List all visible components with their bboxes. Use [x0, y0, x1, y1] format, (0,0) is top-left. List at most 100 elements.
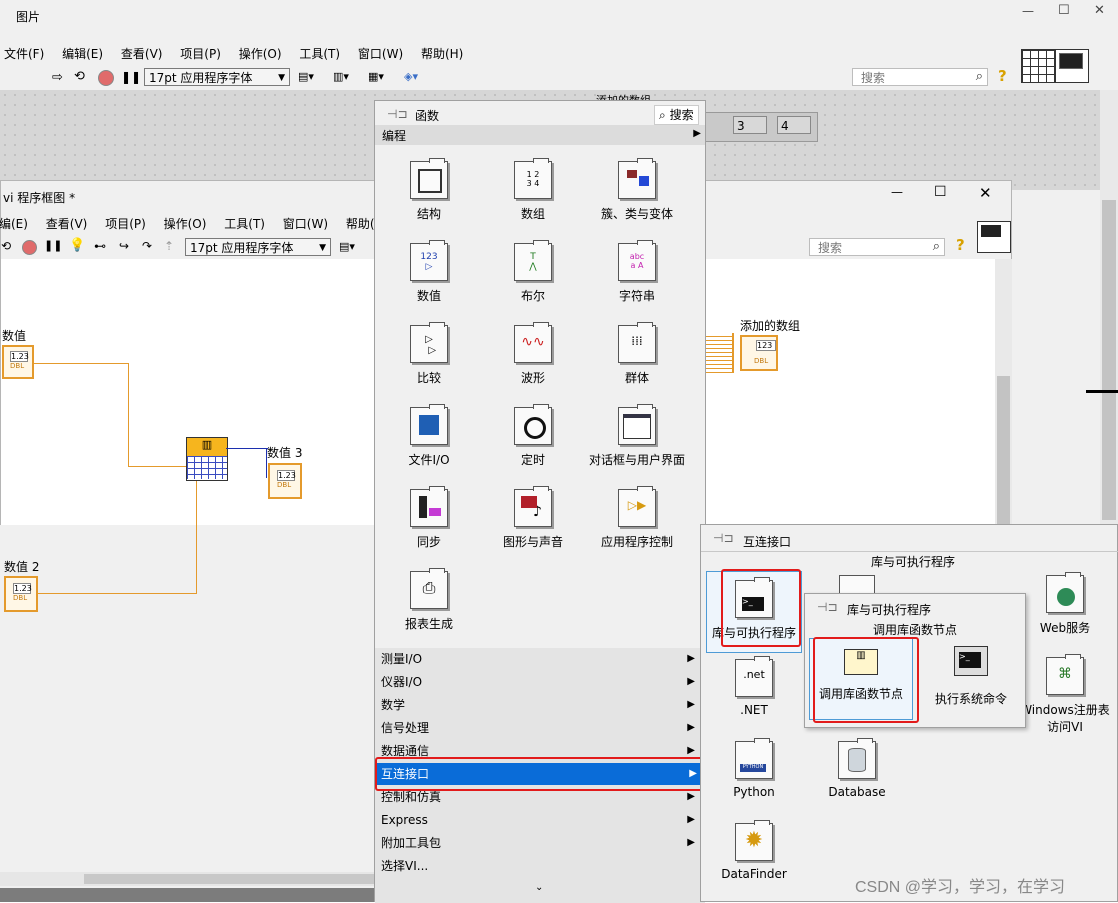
category-instrument-io[interactable]: 仪器I/O ▶ [381, 671, 703, 693]
menu-tools[interactable]: 工具(T) [299, 47, 340, 61]
block-maximize-button[interactable]: ☐ [934, 184, 947, 200]
palette-item-graphics-sound[interactable]: ♪ 图形与声音 [483, 486, 583, 550]
step-into-icon[interactable]: ↪ [119, 239, 129, 253]
palette-item-python[interactable]: PYTHON Python [706, 738, 802, 799]
wire[interactable] [128, 363, 129, 467]
menu-operate[interactable]: 操作(O) [239, 47, 282, 61]
menu-window[interactable]: 窗口(W) [358, 47, 403, 61]
wire[interactable] [38, 593, 196, 594]
palette-item-array[interactable]: 1 23 4 数组 [483, 158, 583, 222]
step-over-icon[interactable]: ↷ [142, 239, 152, 253]
category-express[interactable]: Express ▶ [381, 809, 703, 831]
palette-item-dotnet[interactable]: .net .NET [706, 656, 802, 717]
palette-item-web-services[interactable]: Web服务 [1017, 572, 1113, 636]
palette-item-dialog[interactable]: 对话框与用户界面 [587, 404, 687, 468]
vi-icon[interactable] [977, 221, 1011, 253]
palette-item-comparison[interactable]: ▷ ▷ 比较 [379, 322, 479, 386]
palette-item-cluster[interactable]: 簇、类与变体 [587, 158, 687, 222]
array-wire-bundle-icon[interactable] [704, 333, 734, 373]
menu-file[interactable]: 文件(F) [4, 47, 44, 61]
help-icon[interactable]: ? [998, 67, 1007, 85]
abort-icon[interactable] [98, 70, 114, 86]
align-icon[interactable]: ▤▾ [339, 240, 355, 253]
python-icon: PYTHON [735, 738, 773, 779]
category-select-vi[interactable]: 选择VI... [381, 855, 703, 877]
align-icon[interactable]: ▤▾ [298, 70, 314, 83]
bottom-scrollbar-thumb[interactable] [84, 874, 374, 884]
block-minimize-button[interactable]: — [891, 185, 903, 199]
window-minimize-button[interactable]: — [1022, 4, 1034, 18]
palette-item-app-control[interactable]: ▷▶ 应用程序控制 [587, 486, 687, 550]
palette-item-database[interactable]: Database [809, 738, 905, 799]
window-maximize-button[interactable]: ☐ [1058, 3, 1070, 18]
run-arrow-icon[interactable]: ⇨ [52, 70, 63, 85]
front-scrollbar-thumb[interactable] [1102, 200, 1116, 520]
palette-item-system-exec[interactable]: >_ 执行系统命令 [917, 644, 1025, 707]
chevron-down-icon[interactable]: ⌄ [535, 882, 543, 893]
wire[interactable] [196, 479, 197, 594]
category-math[interactable]: 数学 ▶ [381, 694, 703, 716]
pin-icon[interactable]: ⊣⊐ [817, 600, 838, 614]
pin-icon[interactable]: ⊣⊐ [713, 531, 734, 545]
palette-item-collection[interactable]: ⁞⁞⁞ 群体 [587, 322, 687, 386]
distribute-icon[interactable]: ▥▾ [333, 70, 349, 83]
menu-tools[interactable]: 工具(T) [224, 217, 265, 231]
menu-operate[interactable]: 操作(O) [164, 217, 207, 231]
wire[interactable] [128, 466, 186, 467]
palette-item-report[interactable]: ⎙ 报表生成 [379, 568, 479, 632]
numeric-3-indicator-terminal[interactable]: 1.23 DBL [268, 463, 302, 499]
abort-icon[interactable] [22, 240, 37, 255]
pause-icon[interactable]: ❚❚ [121, 70, 141, 84]
menu-edit[interactable]: 编(E) [0, 217, 28, 231]
connector-pane-icon[interactable] [1021, 49, 1055, 83]
palette-search-button[interactable]: ⌕ 搜索 [654, 105, 699, 125]
pin-icon[interactable]: ⊣⊐ [387, 107, 408, 121]
menu-project[interactable]: 项目(P) [180, 47, 221, 61]
build-array-node[interactable]: ▥ [186, 437, 228, 481]
menu-edit[interactable]: 编辑(E) [62, 47, 103, 61]
category-signal-processing[interactable]: 信号处理 ▶ [381, 717, 703, 739]
retain-wire-icon[interactable]: ⊷ [94, 239, 106, 253]
wire[interactable] [226, 448, 268, 449]
palette-item-file-io[interactable]: 文件I/O [379, 404, 479, 468]
block-scrollbar-thumb[interactable] [997, 376, 1010, 524]
pause-icon[interactable]: ❚❚ [44, 239, 62, 252]
palette-item-numeric[interactable]: 123 ▷ 数值 [379, 240, 479, 304]
menu-view[interactable]: 查看(V) [46, 217, 88, 231]
menu-project[interactable]: 项目(P) [105, 217, 146, 231]
added-array-indicator-terminal[interactable]: 123 DBL [740, 335, 778, 371]
menu-view[interactable]: 查看(V) [121, 47, 163, 61]
palette-item-windows-registry[interactable]: ⌘ Windows注册表访问VI [1017, 654, 1113, 735]
block-search-input[interactable]: 搜索 ⌕ [809, 238, 945, 256]
block-font-select[interactable]: 17pt 应用程序字体 ▼ [185, 238, 331, 256]
wire[interactable] [34, 363, 129, 364]
block-close-button[interactable]: ✕ [979, 184, 992, 202]
help-icon[interactable]: ? [956, 236, 965, 254]
palette-item-datafinder[interactable]: ✹ DataFinder [706, 820, 802, 881]
vi-icon[interactable] [1055, 49, 1089, 83]
numeric-control-terminal[interactable]: 1.23 DBL [2, 345, 34, 379]
menu-window[interactable]: 窗口(W) [283, 217, 328, 231]
category-measurement-io[interactable]: 测量I/O ▶ [381, 648, 703, 670]
menu-help[interactable]: 帮助(H) [421, 47, 463, 61]
palette-item-boolean[interactable]: T ⋀ 布尔 [483, 240, 583, 304]
palette-item-string[interactable]: abc a A 字符串 [587, 240, 687, 304]
run-continuous-icon[interactable]: ⟲ [1, 239, 11, 253]
run-continuous-icon[interactable]: ⟲ [74, 69, 85, 84]
palette-item-sync[interactable]: 同步 [379, 486, 479, 550]
highlight-icon[interactable]: 💡 [69, 238, 85, 253]
palette-item-timing[interactable]: 定时 [483, 404, 583, 468]
category-addons[interactable]: 附加工具包 ▶ [381, 832, 703, 854]
section-header[interactable]: 编程 ▶ [375, 125, 705, 145]
numeric-2-control-terminal[interactable]: 1.23 DBL [4, 576, 38, 612]
resize-icon[interactable]: ▦▾ [368, 70, 384, 83]
font-select[interactable]: 17pt 应用程序字体 ▼ [144, 68, 290, 86]
reorder-icon[interactable]: ◈▾ [404, 70, 418, 83]
front-search-input[interactable]: 搜索 ⌕ [852, 68, 988, 86]
palette-item-structures[interactable]: 结构 [379, 158, 479, 222]
watermark: CSDN @学习，学习，在学习 [855, 879, 1066, 896]
gear-icon: ✹ [735, 820, 773, 861]
palette-item-waveform[interactable]: ∿∿ 波形 [483, 322, 583, 386]
step-out-icon[interactable]: ⇡ [164, 239, 174, 253]
window-close-button[interactable]: ✕ [1094, 3, 1105, 18]
